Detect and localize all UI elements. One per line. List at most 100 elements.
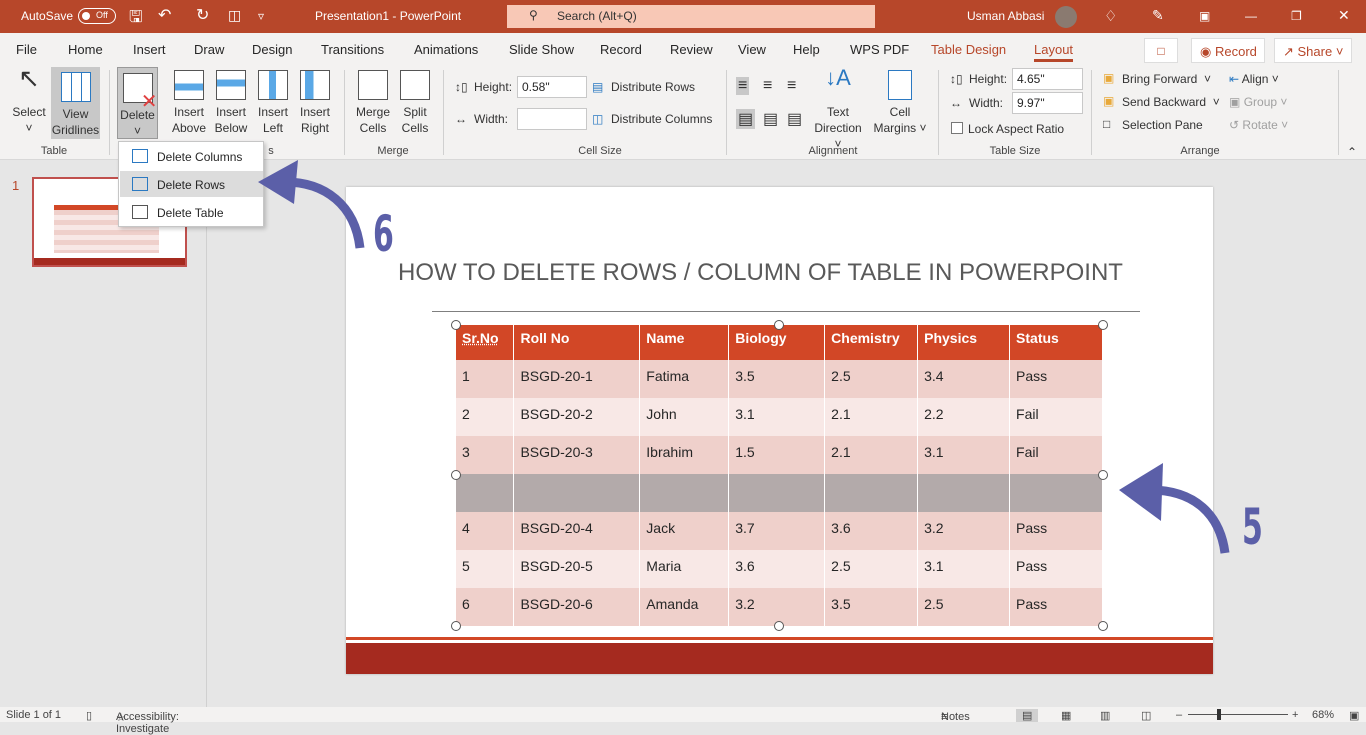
table-cell[interactable]: 3.2 xyxy=(917,512,1011,550)
align-center-icon[interactable]: ≡ xyxy=(763,77,772,95)
tab-slide-show[interactable]: Slide Show xyxy=(509,42,574,57)
table-cell[interactable] xyxy=(728,474,826,512)
align-middle-icon[interactable]: ▤ xyxy=(763,109,778,129)
tab-table-design[interactable]: Table Design xyxy=(931,42,1006,57)
table-cell[interactable]: Maria xyxy=(639,550,730,588)
table-cell[interactable]: 1.5 xyxy=(728,436,826,474)
tab-wps-pdf[interactable]: WPS PDF xyxy=(850,42,909,57)
resize-handle[interactable] xyxy=(774,320,784,330)
tab-insert[interactable]: Insert xyxy=(133,42,166,57)
resize-handle[interactable] xyxy=(451,470,461,480)
table-cell[interactable]: 3.4 xyxy=(917,360,1011,398)
resize-handle[interactable] xyxy=(451,320,461,330)
table-cell[interactable]: 4 xyxy=(456,512,515,550)
table-height-input[interactable]: 4.65" xyxy=(1012,68,1083,90)
tab-design[interactable]: Design xyxy=(252,42,292,57)
table-cell[interactable] xyxy=(513,474,641,512)
lock-aspect-checkbox[interactable] xyxy=(951,122,963,134)
table-row[interactable]: 3 BSGD-20-3 Ibrahim 1.5 2.1 3.1 Fail xyxy=(456,436,1103,474)
table-cell[interactable]: 2.1 xyxy=(824,436,919,474)
table-cell[interactable]: 6 xyxy=(456,588,515,626)
table-cell[interactable]: 3.5 xyxy=(824,588,919,626)
slide-sorter-icon[interactable]: ▦ xyxy=(1061,709,1071,722)
table-cell[interactable]: BSGD-20-6 xyxy=(513,588,641,626)
merge-cells-button[interactable]: Merge Cells xyxy=(352,70,394,136)
table-cell[interactable]: 2.1 xyxy=(824,398,919,436)
header-cell[interactable]: Name xyxy=(639,325,730,360)
table-row[interactable]: 5 BSGD-20-5 Maria 3.6 2.5 3.1 Pass xyxy=(456,550,1103,588)
resize-handle[interactable] xyxy=(774,621,784,631)
table-row-empty-selected[interactable] xyxy=(456,474,1103,512)
slideshow-icon[interactable]: ◫ xyxy=(1141,709,1151,722)
tab-view[interactable]: View xyxy=(738,42,766,57)
zoom-in-button[interactable]: + xyxy=(1292,709,1298,721)
share-button[interactable]: ↗ Share ˅ xyxy=(1274,38,1352,63)
zoom-out-button[interactable]: – xyxy=(1176,709,1182,721)
avatar[interactable] xyxy=(1055,6,1077,28)
table-cell[interactable]: Pass xyxy=(1009,360,1103,398)
split-cells-button[interactable]: Split Cells xyxy=(394,70,436,136)
cell-height-input[interactable]: 0.58" xyxy=(517,76,587,98)
reading-view-icon[interactable]: ▥ xyxy=(1100,709,1110,722)
resize-handle[interactable] xyxy=(1098,621,1108,631)
table-cell[interactable]: 2 xyxy=(456,398,515,436)
normal-view-icon[interactable]: ▤ xyxy=(1016,709,1039,722)
table-cell[interactable]: Pass xyxy=(1009,550,1103,588)
table-cell[interactable]: Pass xyxy=(1009,512,1103,550)
spellcheck-icon[interactable]: ▯ xyxy=(86,709,92,722)
zoom-slider-thumb[interactable] xyxy=(1217,709,1221,720)
autosave-toggle[interactable]: Off xyxy=(78,8,116,24)
align-button[interactable]: ⇤ Align ˅ xyxy=(1229,72,1279,86)
table-cell[interactable] xyxy=(639,474,730,512)
table-cell[interactable]: John xyxy=(639,398,730,436)
table-cell[interactable]: 3 xyxy=(456,436,515,474)
pen-icon[interactable]: ✎ xyxy=(1152,7,1164,24)
resize-handle[interactable] xyxy=(451,621,461,631)
view-gridlines-button[interactable]: View Gridlines xyxy=(51,67,100,139)
insert-below-button[interactable]: Insert Below xyxy=(210,70,252,136)
table-cell[interactable] xyxy=(917,474,1011,512)
comments-button[interactable]: □ xyxy=(1144,38,1178,63)
header-cell[interactable]: Chemistry xyxy=(824,325,919,360)
table-cell[interactable] xyxy=(1009,474,1103,512)
record-button[interactable]: ◉ Record xyxy=(1191,38,1265,63)
header-cell[interactable]: Roll No xyxy=(513,325,641,360)
header-cell[interactable]: Status xyxy=(1009,325,1103,360)
menu-item-delete-table[interactable]: Delete Table xyxy=(120,199,263,225)
header-cell[interactable]: Sr.No xyxy=(456,325,515,360)
align-top-icon[interactable]: ▤ xyxy=(736,109,756,129)
header-cell[interactable]: Physics xyxy=(917,325,1011,360)
table-cell[interactable] xyxy=(824,474,919,512)
redo-icon[interactable]: ↻ xyxy=(196,5,209,25)
tab-animations[interactable]: Animations xyxy=(414,42,478,57)
table-cell[interactable]: 3.1 xyxy=(728,398,826,436)
data-table[interactable]: Sr.No Roll No Name Biology Chemistry Phy… xyxy=(456,325,1103,626)
close-icon[interactable]: ✕ xyxy=(1338,7,1350,24)
table-cell[interactable]: Ibrahim xyxy=(639,436,730,474)
tab-record[interactable]: Record xyxy=(600,42,642,57)
table-row[interactable]: 4 BSGD-20-4 Jack 3.7 3.6 3.2 Pass xyxy=(456,512,1103,550)
insert-right-button[interactable]: Insert Right xyxy=(294,70,336,136)
table-cell[interactable]: BSGD-20-1 xyxy=(513,360,641,398)
tab-draw[interactable]: Draw xyxy=(194,42,224,57)
table-cell[interactable]: 5 xyxy=(456,550,515,588)
tab-review[interactable]: Review xyxy=(670,42,713,57)
bring-forward-button[interactable]: Bring Forward ˅ xyxy=(1122,72,1211,86)
table-cell[interactable]: 2.5 xyxy=(917,588,1011,626)
tab-help[interactable]: Help xyxy=(793,42,820,57)
table-cell[interactable]: 3.6 xyxy=(728,550,826,588)
align-bottom-icon[interactable]: ▤ xyxy=(787,109,802,129)
menu-item-delete-columns[interactable]: Delete Columns xyxy=(120,143,263,169)
resize-handle[interactable] xyxy=(1098,470,1108,480)
table-cell[interactable]: 2.5 xyxy=(824,550,919,588)
select-button[interactable]: ↖ Select ˅ xyxy=(8,65,50,136)
table-cell[interactable]: 3.5 xyxy=(728,360,826,398)
table-cell[interactable]: BSGD-20-2 xyxy=(513,398,641,436)
align-right-icon[interactable]: ≡ xyxy=(787,77,796,95)
save-icon[interactable]: 🖫 xyxy=(129,6,143,33)
fit-to-window-icon[interactable]: ▣ xyxy=(1349,709,1359,722)
table-cell[interactable]: BSGD-20-4 xyxy=(513,512,641,550)
table-cell[interactable]: 3.1 xyxy=(917,436,1011,474)
group-button[interactable]: ▣ Group ˅ xyxy=(1229,95,1287,109)
collapse-ribbon-icon[interactable]: ⌃ xyxy=(1347,145,1357,159)
